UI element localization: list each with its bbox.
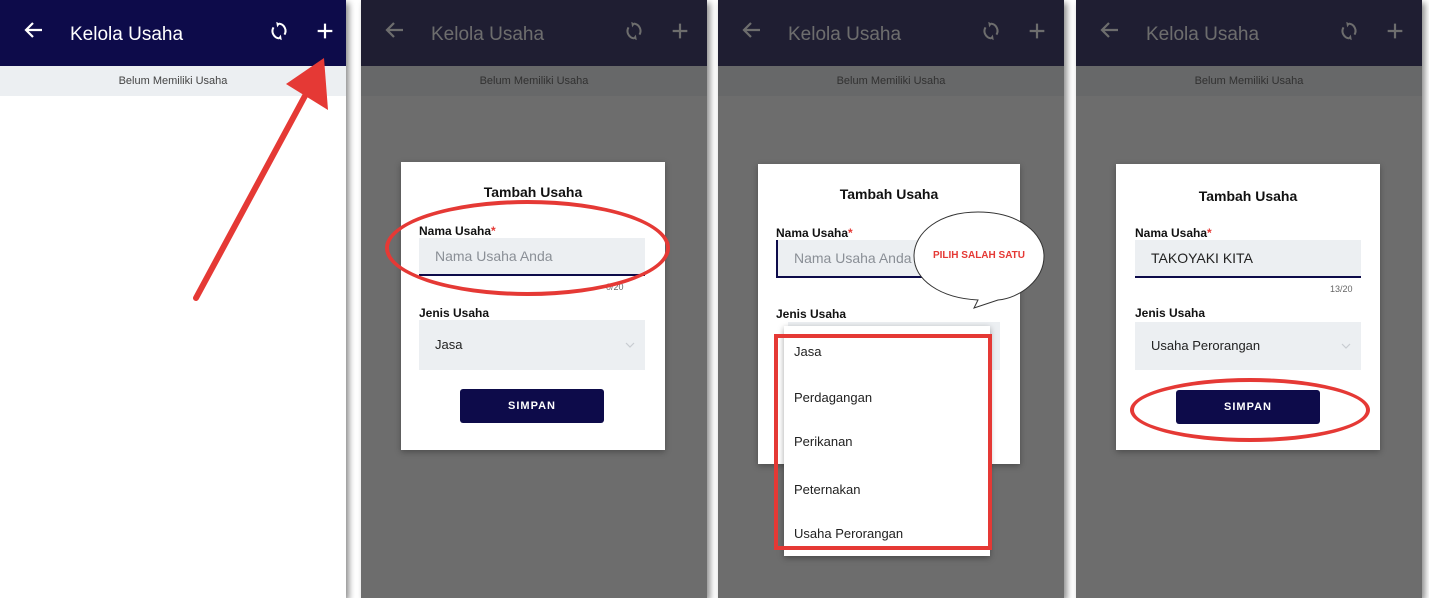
business-type-label: Jenis Usaha [1135, 306, 1206, 320]
chevron-down-icon [1341, 343, 1351, 349]
business-type-select[interactable]: Usaha Perorangan [1135, 322, 1361, 370]
input-value: TAKOYAKI KITA [1151, 250, 1253, 266]
screen-panel-1: Kelola Usaha Belum Memiliki Usaha [0, 0, 346, 598]
screen-panel-4: Kelola Usaha Belum Memiliki Usaha Tambah… [1076, 0, 1422, 598]
select-value: Jasa [435, 337, 463, 352]
callout-text: PILIH SALAH SATU [932, 250, 1026, 261]
business-type-label: Jenis Usaha [776, 307, 847, 321]
select-value: Usaha Perorangan [1151, 338, 1261, 353]
business-type-select[interactable]: Jasa [419, 320, 645, 370]
required-mark: * [848, 226, 853, 240]
required-mark: * [1207, 226, 1212, 240]
chevron-down-icon [625, 342, 635, 348]
input-placeholder: Nama Usaha Anda [794, 250, 912, 266]
screen-panel-3: Kelola Usaha Belum Memiliki Usaha Tambah… [718, 0, 1064, 598]
dialog-title: Tambah Usaha [839, 186, 939, 202]
dialog-title: Tambah Usaha [483, 184, 583, 200]
business-name-label: Nama Usaha* [1135, 226, 1212, 240]
speech-bubble [913, 211, 1045, 309]
arrow-annotation [193, 58, 328, 301]
screen-panel-2: Kelola Usaha Belum Memiliki Usaha Tambah… [361, 0, 707, 598]
highlight-ellipse [1130, 378, 1370, 442]
business-name-label: Nama Usaha* [776, 226, 853, 240]
highlight-box [774, 334, 992, 550]
dialog-title: Tambah Usaha [1198, 188, 1298, 204]
business-name-label-text: Nama Usaha [1135, 226, 1208, 240]
highlight-ellipse [385, 200, 670, 296]
save-button[interactable]: SIMPAN [460, 389, 604, 423]
business-name-input[interactable]: TAKOYAKI KITA [1135, 240, 1361, 278]
char-counter: 13/20 [1330, 284, 1353, 294]
business-name-label-text: Nama Usaha [776, 226, 849, 240]
business-type-label: Jenis Usaha [419, 306, 490, 320]
